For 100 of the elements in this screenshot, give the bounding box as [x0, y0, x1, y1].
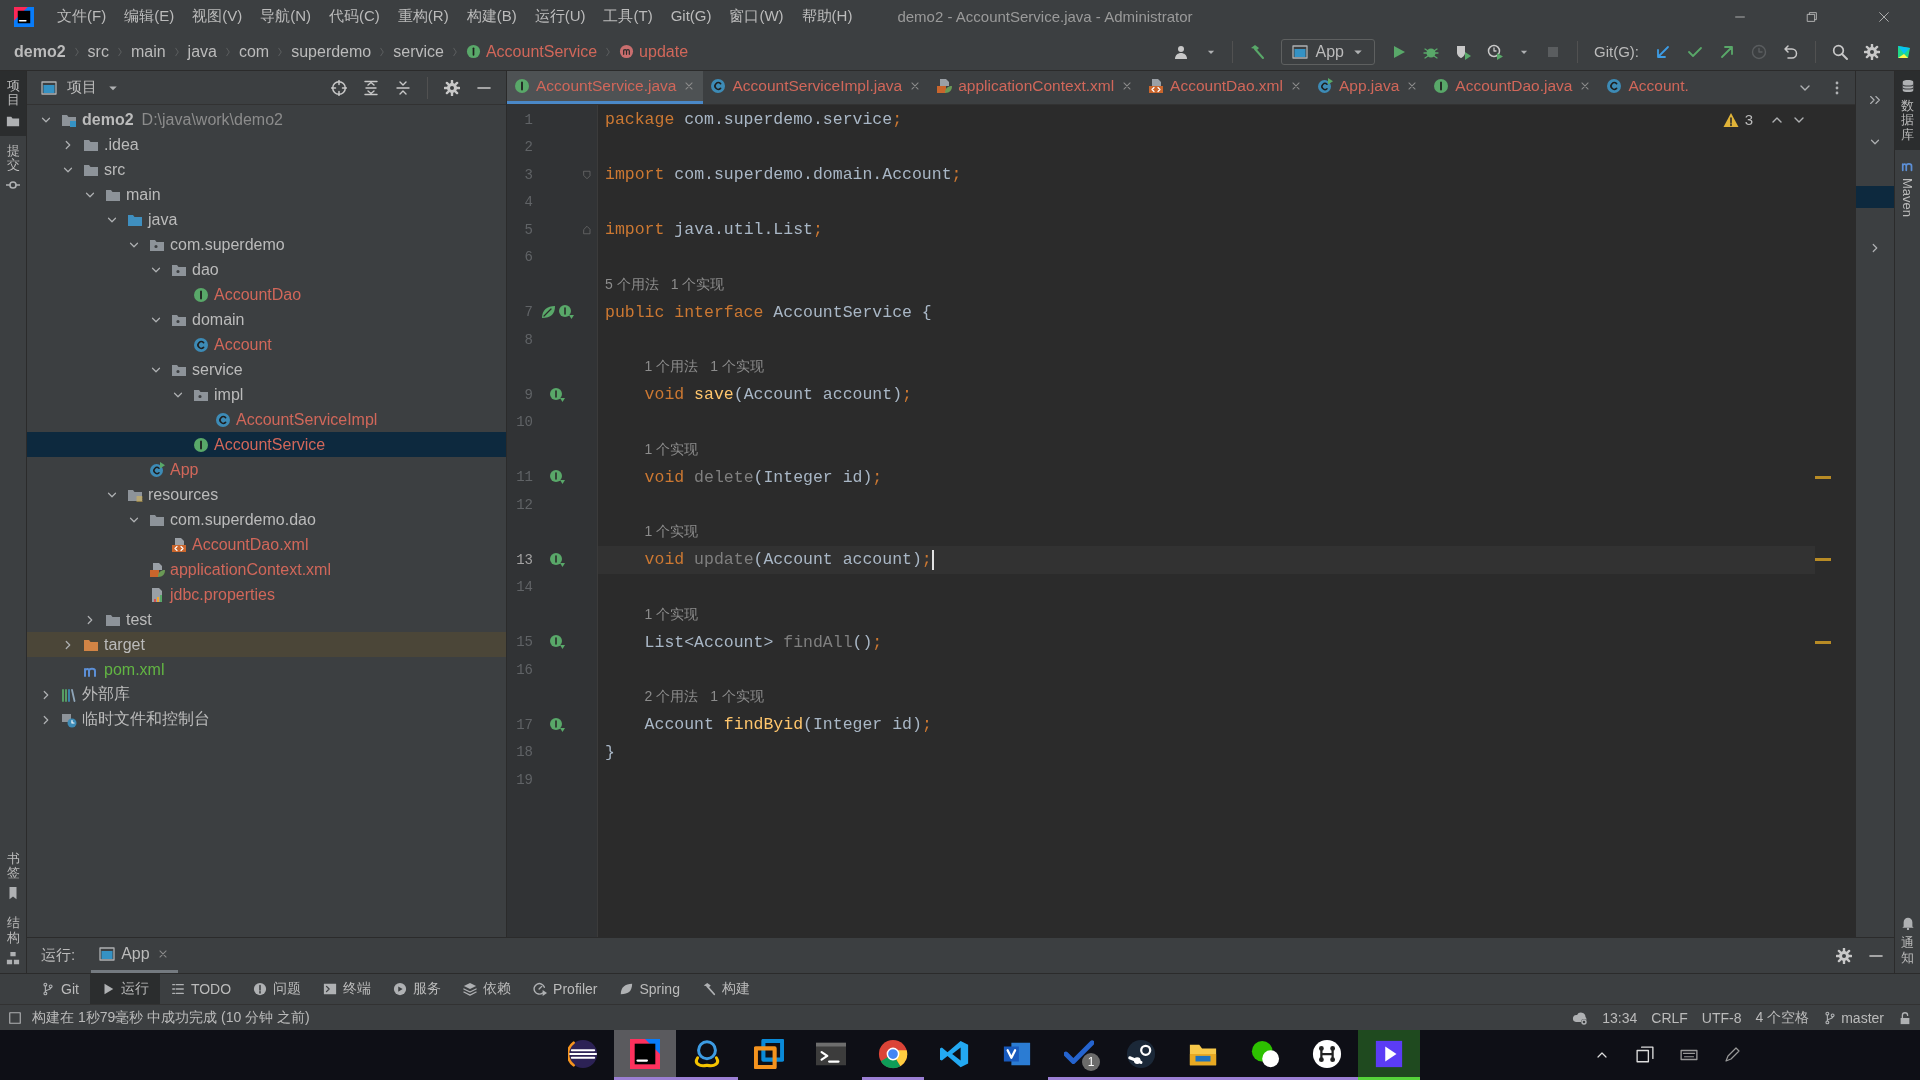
menu-item[interactable]: 视图(V): [183, 7, 252, 26]
tree-item[interactable]: main: [27, 182, 506, 207]
tool-window-button[interactable]: Maven: [1895, 149, 1920, 225]
settings-icon[interactable]: [1864, 43, 1880, 60]
usage-hint[interactable]: 1 个实现: [710, 688, 764, 707]
tree-item[interactable]: com.superdemo: [27, 232, 506, 257]
tool-window-button[interactable]: 数据库: [1895, 71, 1920, 150]
warning-stripe[interactable]: [1815, 475, 1831, 479]
warning-count[interactable]: 3: [1744, 111, 1753, 128]
shield-icon[interactable]: [1455, 43, 1471, 60]
menu-item[interactable]: 代码(C): [320, 7, 389, 26]
run-configuration-dropdown[interactable]: App: [1280, 38, 1375, 65]
settings-icon[interactable]: [1836, 947, 1852, 964]
tool-window-button[interactable]: 书签: [0, 843, 26, 909]
tree-item[interactable]: AccountDao.xml: [27, 532, 506, 557]
tool-window-tab[interactable]: Git: [30, 974, 90, 1004]
tool-window-tab[interactable]: 服务: [382, 974, 453, 1004]
usage-hint[interactable]: 1 个实现: [710, 358, 764, 377]
tree-item[interactable]: test: [27, 607, 506, 632]
warning-stripe[interactable]: [1815, 558, 1831, 562]
arrow-up-right-icon[interactable]: [1719, 43, 1735, 60]
menu-item[interactable]: 工具(T): [594, 7, 662, 26]
usage-hint[interactable]: 2 个用法: [644, 688, 699, 707]
implemented-marker-icon[interactable]: [549, 469, 565, 486]
menu-item[interactable]: 重构(R): [388, 7, 458, 26]
implemented-marker-icon[interactable]: [549, 716, 565, 733]
editor-tab[interactable]: applicationContext.xml: [929, 71, 1142, 104]
lock-icon[interactable]: [1898, 1010, 1912, 1025]
file-encoding[interactable]: UTF-8: [1701, 1009, 1742, 1026]
tree-item[interactable]: dao: [27, 257, 506, 282]
user-icon[interactable]: [1173, 43, 1190, 60]
taskbar-app[interactable]: 1: [1048, 1030, 1110, 1080]
settings-icon[interactable]: [444, 79, 460, 96]
menu-item[interactable]: Git(G): [661, 7, 721, 26]
menu-item[interactable]: 窗口(W): [720, 7, 793, 26]
tree-item[interactable]: demo2 D:\java\work\demo2: [27, 107, 506, 132]
implemented-marker-icon[interactable]: [549, 551, 565, 568]
tree-item[interactable]: applicationContext.xml: [27, 557, 506, 582]
breadcrumb[interactable]: update: [619, 42, 689, 61]
tree-item[interactable]: jdbc.properties: [27, 582, 506, 607]
tree-item[interactable]: App: [27, 457, 506, 482]
tree-item[interactable]: .idea: [27, 132, 506, 157]
tool-window-tab[interactable]: 运行: [89, 974, 160, 1004]
caret-position[interactable]: 13:34: [1602, 1009, 1638, 1026]
tree-item[interactable]: resources: [27, 482, 506, 507]
tool-window-tab[interactable]: 终端: [312, 974, 383, 1004]
usage-hint[interactable]: 5 个用法: [605, 275, 659, 294]
tree-item[interactable]: domain: [27, 307, 506, 332]
status-message[interactable]: 构建在 1秒79毫秒 中成功完成 (10 分钟 之前): [32, 1008, 310, 1027]
breadcrumb[interactable]: com: [238, 42, 270, 61]
menu-item[interactable]: 文件(F): [48, 7, 116, 26]
tree-item[interactable]: 临时文件和控制台: [27, 707, 506, 732]
breadcrumb[interactable]: main: [130, 42, 166, 61]
collapse-all-icon[interactable]: [395, 79, 411, 96]
breadcrumb[interactable]: java: [187, 42, 217, 61]
tool-window-button[interactable]: 结构: [0, 908, 26, 973]
tool-window-button[interactable]: 通知: [1895, 908, 1920, 973]
editor-tab[interactable]: App.java: [1309, 71, 1427, 104]
taskbar-app[interactable]: [614, 1030, 676, 1080]
implemented-marker-icon[interactable]: [549, 634, 565, 651]
view-selector[interactable]: 项目: [35, 78, 119, 97]
tree-item[interactable]: AccountService: [27, 432, 506, 457]
run-icon[interactable]: [1391, 43, 1407, 60]
tree-item[interactable]: src: [27, 157, 506, 182]
breadcrumb[interactable]: service: [393, 42, 444, 61]
editor-tab[interactable]: AccountServiceImpl.java: [703, 71, 930, 104]
menu-item[interactable]: 构建(B): [457, 7, 526, 26]
git-branch[interactable]: master: [1823, 1009, 1884, 1026]
app-logo-icon[interactable]: [14, 6, 34, 27]
menu-item[interactable]: 导航(N): [251, 7, 320, 26]
tool-window-button[interactable]: 提交: [0, 135, 26, 201]
clock-run-icon[interactable]: [1487, 43, 1503, 60]
breadcrumb[interactable]: demo2: [14, 42, 66, 61]
breadcrumb[interactable]: AccountService: [465, 42, 598, 61]
tree-item[interactable]: 外部库: [27, 682, 506, 707]
tree-item[interactable]: AccountServiceImpl: [27, 407, 506, 432]
implemented-marker-icon[interactable]: [549, 386, 565, 403]
windows-icon[interactable]: [1636, 1046, 1654, 1064]
editor-tab[interactable]: AccountDao.java: [1426, 71, 1600, 104]
usage-hint[interactable]: 1 个实现: [644, 605, 699, 624]
double-chevron-icon[interactable]: [1868, 93, 1882, 107]
tool-window-tab[interactable]: 构建: [690, 974, 761, 1004]
taskbar-app[interactable]: [1358, 1030, 1420, 1080]
crosshair-icon[interactable]: [331, 79, 347, 96]
line-separator[interactable]: CRLF: [1651, 1009, 1688, 1026]
tree-item[interactable]: AccountDao: [27, 282, 506, 307]
pen-icon[interactable]: [1724, 1047, 1740, 1063]
usage-hint[interactable]: 1 个实现: [670, 275, 725, 294]
implemented-marker-icon[interactable]: [558, 304, 574, 321]
tool-window-tab[interactable]: Profiler: [522, 974, 609, 1004]
tree-item[interactable]: Account: [27, 332, 506, 357]
tool-window-button[interactable]: 项目: [0, 71, 26, 136]
warning-stripe[interactable]: [1815, 640, 1831, 644]
usage-hint[interactable]: 1 个实现: [644, 440, 699, 459]
usage-hint[interactable]: 1 个用法: [644, 358, 699, 377]
editor-tab[interactable]: Account.: [1599, 71, 1696, 104]
tool-window-tab[interactable]: Spring: [608, 974, 691, 1004]
tree-item[interactable]: pom.xml: [27, 657, 506, 682]
tool-window-tab[interactable]: TODO: [159, 974, 243, 1004]
menu-item[interactable]: 运行(U): [525, 7, 595, 26]
